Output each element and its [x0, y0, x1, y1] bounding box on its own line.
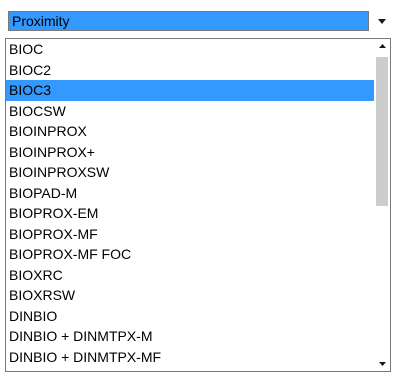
scrollbar-thumb[interactable] — [376, 57, 388, 206]
list-item[interactable]: BIOPROX-MF — [6, 224, 374, 245]
list-item[interactable]: BIOINPROX — [6, 121, 374, 142]
dropdown-list[interactable]: BIOC BIOC2 BIOC3 BIOCSW BIOINPROX BIOINPROX+ B… — [5, 38, 391, 372]
vertical-scrollbar[interactable] — [375, 39, 390, 371]
list-item[interactable]: BIOC3 — [6, 80, 374, 101]
list-item[interactable]: DINBIO + DINMTPX-MF — [6, 347, 374, 368]
list-item[interactable]: BIOCSW — [6, 101, 374, 122]
list-item[interactable]: BIOPROX-MF FOC — [6, 244, 374, 265]
triangle-down-icon[interactable] — [374, 11, 389, 31]
dropdown-combobox[interactable]: Proximity — [8, 11, 389, 33]
list-item[interactable]: BIOC2 — [6, 60, 374, 81]
scroll-down-arrow-icon[interactable] — [375, 357, 390, 371]
list-item[interactable]: BIOINPROXSW — [6, 162, 374, 183]
list-item[interactable]: DINBIO + DINMTPX-M — [6, 326, 374, 347]
dropdown-items: BIOC BIOC2 BIOC3 BIOCSW BIOINPROX BIOINPROX+ B… — [6, 39, 374, 367]
scroll-up-arrow-icon[interactable] — [375, 39, 390, 53]
list-item[interactable]: BIOC — [6, 39, 374, 60]
list-item[interactable]: BIOPAD-M — [6, 183, 374, 204]
list-item[interactable]: BIOPROX-EM — [6, 203, 374, 224]
list-item[interactable]: BIOXRSW — [6, 285, 374, 306]
list-item[interactable]: BIOXRC — [6, 265, 374, 286]
list-item[interactable]: DINBIO — [6, 306, 374, 327]
list-item[interactable]: BIOINPROX+ — [6, 142, 374, 163]
dropdown-selected-value[interactable]: Proximity — [8, 11, 369, 31]
